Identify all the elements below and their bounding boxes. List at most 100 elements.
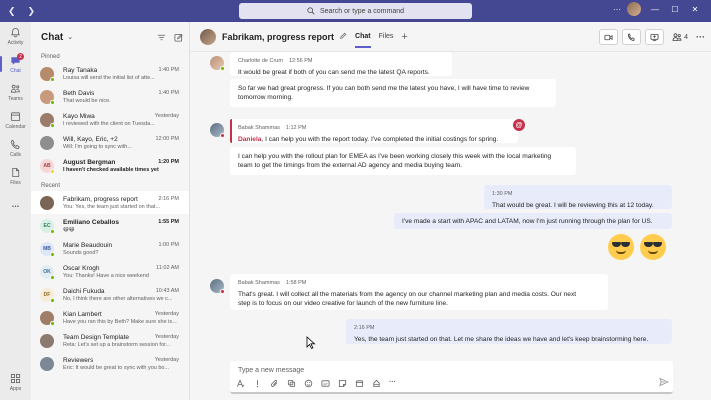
mention[interactable]: Daniela xyxy=(238,136,261,143)
chat-list-item[interactable]: Kian Lambert Yesterday Have you ran this b… xyxy=(31,306,189,329)
chat-item-preview: That would be nice. xyxy=(63,97,111,104)
chat-list-item[interactable]: OK Oscar Krogh 11:02 AM You: Thanks! Have a… xyxy=(31,260,189,283)
message-bubble[interactable]: So far we had great progress. If you can… xyxy=(230,79,556,107)
tab-files[interactable]: Files xyxy=(379,22,394,52)
chat-list-item[interactable]: Beth Davis 1:40 PM That would be nice. xyxy=(31,85,189,108)
rail-item-more[interactable]: ... xyxy=(0,190,31,218)
schedule-meeting-icon[interactable] xyxy=(355,379,364,388)
tab-chat[interactable]: Chat xyxy=(355,22,371,52)
mark-important-icon[interactable] xyxy=(253,379,262,388)
message-bubble[interactable]: I can help you with the rollout plan for… xyxy=(230,147,576,175)
message-bubble[interactable]: Charlotte de Crum 12:56 PM It would be gr… xyxy=(230,52,452,76)
message-list: Charlotte de Crum 12:56 PM It would be gr… xyxy=(190,52,711,372)
teams-icon xyxy=(10,84,20,93)
mention-badge: @ xyxy=(513,119,525,131)
avatar xyxy=(40,66,55,82)
recent-chat-list: Fabrikam, progress report 2:16 PM You: Yes… xyxy=(31,191,189,375)
share-screen-icon xyxy=(650,33,659,41)
chat-item-text: Beth Davis 1:40 PM That would be nice. xyxy=(63,90,179,104)
praise-icon[interactable] xyxy=(372,379,381,388)
chat-item-top: Fabrikam, progress report 2:16 PM xyxy=(63,196,179,203)
message-bubble[interactable]: Babak Shammas 1:58 PM That's great. I wil… xyxy=(230,274,608,310)
search-bar[interactable]: Search or type a command xyxy=(239,3,472,19)
format-icon[interactable] xyxy=(236,379,245,388)
chat-item-text: Ray Tanaka 1:40 PM Louisa will send the in… xyxy=(63,67,179,81)
chat-list-item[interactable]: MB Marie Beaudouin 1:00 PM Sounds good? xyxy=(31,237,189,260)
chat-list-item[interactable]: Ray Tanaka 1:40 PM Louisa will send the in… xyxy=(31,62,189,85)
loop-icon[interactable] xyxy=(287,379,296,388)
add-tab-icon[interactable]: + xyxy=(401,31,407,43)
chat-list-item[interactable]: Team Design Template Yesterday Reta: Let's… xyxy=(31,329,189,352)
file-icon xyxy=(12,167,20,177)
profile-avatar[interactable] xyxy=(627,2,641,16)
minimize-icon[interactable]: — xyxy=(645,5,665,14)
more-options-icon[interactable]: ··· xyxy=(696,32,705,42)
my-message-bubble[interactable]: I've made a start with APAC and LATAM, n… xyxy=(394,213,672,229)
chat-item-time: 1:00 PM xyxy=(158,241,179,248)
chat-item-top: Daichi Fukuda 10:43 AM xyxy=(63,288,179,295)
chat-list-item[interactable]: Will, Kayo, Eric, +2 12:00 PM Will: I'm go… xyxy=(31,131,189,154)
rail-item-calls[interactable]: Calls xyxy=(0,134,31,162)
message-text: I can help you with the rollout plan for… xyxy=(238,153,552,160)
presence-indicator xyxy=(50,320,55,326)
emoji-reaction xyxy=(608,234,666,262)
chevron-down-icon[interactable]: ⌄ xyxy=(67,33,73,41)
chat-item-time: 1:40 PM xyxy=(158,89,179,96)
people-icon xyxy=(672,33,682,41)
back-arrow-icon[interactable]: ❮ xyxy=(8,6,16,17)
chat-item-time: Yesterday xyxy=(154,310,179,317)
edit-icon[interactable] xyxy=(339,32,347,42)
new-chat-icon[interactable] xyxy=(174,33,183,42)
avatar: AB xyxy=(40,158,55,174)
rail-item-teams[interactable]: Teams xyxy=(0,78,31,106)
chat-list-item[interactable]: EC Emiliano Ceballos 1:55 PM 😄😄 xyxy=(31,214,189,237)
close-icon[interactable]: ✕ xyxy=(685,5,705,14)
pinned-chat-list: Ray Tanaka 1:40 PM Louisa will send the in… xyxy=(31,62,189,177)
message-text: I've made a start with APAC and LATAM, n… xyxy=(402,218,653,225)
phone-icon xyxy=(628,32,635,41)
send-button[interactable] xyxy=(659,377,670,389)
rail-item-files[interactable]: Files xyxy=(0,162,31,190)
chat-item-top: Reviewers Yesterday xyxy=(63,357,179,364)
screen-share-button[interactable] xyxy=(645,29,665,45)
chat-list-item[interactable]: AB August Bergman 1:20 PM I haven't checked… xyxy=(31,154,189,177)
more-options-icon[interactable]: ··· xyxy=(607,5,627,14)
chat-item-preview: Eric: It would be great to sync with you… xyxy=(63,364,170,371)
audio-call-button[interactable] xyxy=(622,29,642,45)
participants-button[interactable]: 4 xyxy=(672,32,688,42)
my-message-bubble[interactable]: 2:16 PM Yes, the team just started on th… xyxy=(346,319,672,344)
avatar xyxy=(40,333,54,348)
chat-item-top: August Bergman 1:20 PM xyxy=(63,159,179,166)
sticker-icon[interactable] xyxy=(338,379,347,388)
message-input[interactable] xyxy=(238,365,658,375)
chat-item-time: 1:20 PM xyxy=(158,158,179,165)
title-bar: ❮ ❯ Search or type a command ··· — ☐ ✕ xyxy=(0,0,711,22)
chat-item-name: Daichi Fukuda xyxy=(63,287,105,295)
chat-item-top: Kayo Miwa Yesterday xyxy=(63,113,179,120)
my-message-bubble[interactable]: 1:30 PM That would be great. I will be r… xyxy=(484,185,672,209)
chat-list-item[interactable]: DF Daichi Fukuda 10:43 AM No, I think there… xyxy=(31,283,189,306)
rail-item-apps[interactable]: Apps xyxy=(0,368,31,396)
search-placeholder: Search or type a command xyxy=(319,7,405,15)
message-text: Yes, the team just started on that. Let … xyxy=(354,336,649,343)
attach-icon[interactable] xyxy=(270,379,279,388)
more-options-icon[interactable]: ··· xyxy=(389,379,396,388)
maximize-icon[interactable]: ☐ xyxy=(665,5,685,14)
emoji-icon[interactable] xyxy=(304,379,313,388)
svg-text:GIF: GIF xyxy=(323,382,328,386)
presence-indicator xyxy=(50,228,55,234)
rail-item-chat[interactable]: 2 Chat xyxy=(0,50,31,78)
chat-list-item[interactable]: Kayo Miwa Yesterday I reviewed with the cl… xyxy=(31,108,189,131)
rail-item-calendar[interactable]: Calendar xyxy=(0,106,31,134)
message-text: That would be great. I will be reviewing… xyxy=(492,202,654,209)
video-call-button[interactable] xyxy=(599,29,619,45)
chat-list-item[interactable]: Reviewers Yesterday Eric: It would be grea… xyxy=(31,352,189,375)
rail-item-activity[interactable]: Activity xyxy=(0,22,31,50)
gif-icon[interactable]: GIF xyxy=(321,379,330,388)
message-bubble-important[interactable]: Babak Shammas 1:12 PM Daniela, I can help… xyxy=(230,119,518,143)
chat-list-item[interactable]: Fabrikam, progress report 2:16 PM You: Yes… xyxy=(31,191,189,214)
forward-arrow-icon[interactable]: ❯ xyxy=(28,6,36,17)
chat-item-text: Reviewers Yesterday Eric: It would be grea… xyxy=(63,357,179,371)
presence-indicator xyxy=(220,66,225,71)
filter-icon[interactable] xyxy=(157,33,166,42)
